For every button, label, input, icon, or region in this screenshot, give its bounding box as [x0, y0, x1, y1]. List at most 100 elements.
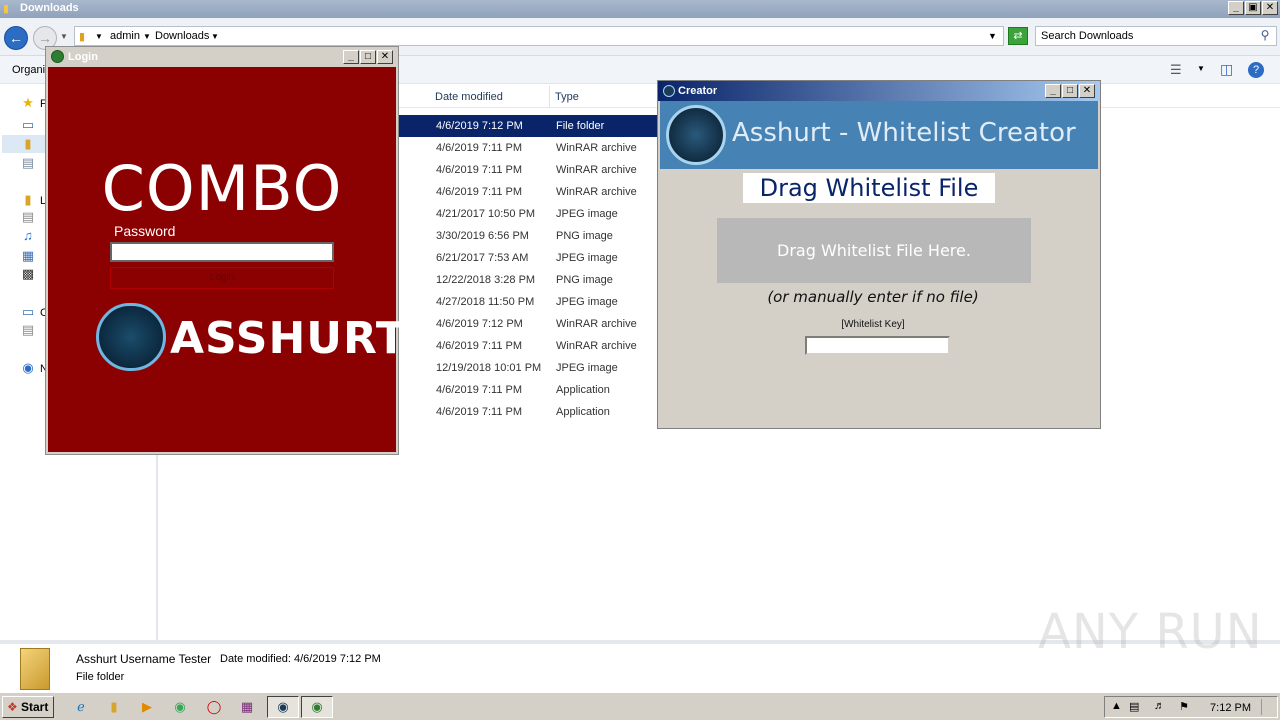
column-date-modified[interactable]: Date modified: [430, 86, 550, 108]
drag-whitelist-title: Drag Whitelist File: [743, 173, 995, 203]
anyrun-watermark: ANY RUN: [1038, 604, 1263, 660]
chevron-icon[interactable]: ▼: [211, 32, 219, 41]
explorer-titlebar[interactable]: ▮ Downloads _ ▣ ✕: [0, 0, 1280, 18]
window-title: Downloads: [20, 2, 79, 14]
videos-icon[interactable]: ▩: [20, 267, 36, 281]
app-icon: [51, 50, 64, 63]
login-task-button[interactable]: ◉: [301, 696, 333, 718]
login-button[interactable]: Login: [110, 267, 334, 289]
documents-icon[interactable]: ▤: [20, 210, 36, 224]
login-titlebar[interactable]: Login _ □ ✕: [46, 47, 398, 67]
restore-button[interactable]: ▣: [1245, 1, 1261, 15]
local-disk-icon[interactable]: ▤: [20, 323, 36, 337]
date-modified-cell: 4/6/2019 7:12 PM: [436, 318, 523, 330]
show-hidden-icons-chevron-icon[interactable]: ▲: [1111, 700, 1122, 712]
date-modified-cell: 4/6/2019 7:11 PM: [436, 406, 523, 418]
computer-icon[interactable]: ▭: [20, 305, 36, 319]
address-box[interactable]: ▮ ▼ admin ▼ Downloads ▼ ▼: [74, 26, 1004, 46]
cat-logo-icon: [96, 303, 166, 371]
asshurt-logo-text: ASSHURT: [170, 313, 407, 364]
date-modified-cell: 6/21/2017 7:53 AM: [436, 252, 529, 264]
help-icon[interactable]: ?: [1248, 62, 1264, 78]
close-button[interactable]: ✕: [377, 50, 393, 64]
close-button[interactable]: ✕: [1079, 84, 1095, 98]
taskbar: ❖ Start ℯ ▮ ▶ ◉ ◯ ▦ ◉ ◉ ▲ ▤ ♬ ⚑ 7:12 PM: [0, 692, 1280, 720]
network-icon[interactable]: ▤: [1129, 700, 1139, 713]
view-dropdown-icon[interactable]: ▼: [1197, 64, 1205, 73]
winrar-icon[interactable]: ▦: [236, 697, 258, 717]
date-modified-cell: 12/22/2018 3:28 PM: [436, 274, 536, 286]
login-window: Login _ □ ✕ COMBO Password Login ASSHURT: [45, 46, 406, 455]
type-cell: WinRAR archive: [556, 164, 637, 176]
whitelist-key-label: [Whitelist Key]: [841, 319, 905, 330]
downloads-folder-icon[interactable]: ▮: [20, 137, 36, 151]
favorites-star-icon[interactable]: ★: [20, 96, 36, 110]
folder-icon: ▮: [3, 3, 10, 15]
minimize-button[interactable]: _: [1045, 84, 1061, 98]
type-cell: WinRAR archive: [556, 318, 637, 330]
refresh-button[interactable]: ⇄: [1008, 27, 1028, 45]
chevron-icon[interactable]: ▼: [143, 32, 151, 41]
creator-task-button[interactable]: ◉: [267, 696, 299, 718]
search-box[interactable]: ⚲: [1035, 26, 1277, 46]
login-window-title: Login: [68, 51, 98, 63]
action-center-flag-icon[interactable]: ⚑: [1179, 700, 1189, 713]
pictures-icon[interactable]: ▦: [20, 249, 36, 263]
type-cell: JPEG image: [556, 296, 618, 308]
clock[interactable]: 7:12 PM: [1210, 702, 1251, 714]
volume-icon[interactable]: ♬: [1154, 700, 1165, 712]
system-tray: ▲ ▤ ♬ ⚑ 7:12 PM: [1104, 696, 1278, 718]
breadcrumb-admin[interactable]: admin: [110, 30, 140, 42]
date-modified-cell: 12/19/2018 10:01 PM: [436, 362, 542, 374]
start-button[interactable]: ❖ Start: [2, 696, 54, 718]
type-cell: WinRAR archive: [556, 186, 637, 198]
minimize-button[interactable]: _: [343, 50, 359, 64]
type-cell: PNG image: [556, 230, 613, 242]
start-label: Start: [21, 700, 49, 714]
column-type[interactable]: Type: [550, 86, 670, 108]
cat-logo-icon: [666, 105, 726, 165]
recent-pages-chevron-icon[interactable]: ▼: [60, 32, 68, 41]
view-icon[interactable]: ☰: [1170, 62, 1182, 78]
preview-pane-icon[interactable]: ◫: [1220, 61, 1233, 78]
windows-flag-icon: ❖: [7, 700, 18, 714]
address-dropdown-icon[interactable]: ▼: [988, 31, 997, 41]
chevron-icon[interactable]: ▼: [95, 32, 103, 41]
desktop-icon[interactable]: ▭: [20, 118, 36, 132]
show-desktop-button[interactable]: [1261, 699, 1275, 715]
folder-icon: [20, 648, 50, 690]
internet-explorer-icon[interactable]: ℯ: [70, 697, 92, 717]
close-button[interactable]: ✕: [1262, 1, 1278, 15]
opera-icon[interactable]: ◯: [203, 697, 225, 717]
search-input[interactable]: [1036, 27, 1250, 45]
recent-places-icon[interactable]: ▤: [20, 156, 36, 170]
search-icon[interactable]: ⚲: [1256, 28, 1274, 44]
type-cell: File folder: [556, 120, 605, 132]
date-modified-cell: 4/6/2019 7:11 PM: [436, 142, 523, 154]
maximize-button[interactable]: □: [360, 50, 376, 64]
maximize-button[interactable]: □: [1062, 84, 1078, 98]
details-date-modified: Date modified: 4/6/2019 7:12 PM: [220, 653, 381, 665]
music-icon[interactable]: ♫: [20, 229, 36, 243]
date-modified-cell: 4/6/2019 7:11 PM: [436, 186, 523, 198]
password-field[interactable]: [110, 242, 334, 262]
date-modified-cell: 4/6/2019 7:11 PM: [436, 340, 523, 352]
date-modified-cell: 4/21/2017 10:50 PM: [436, 208, 536, 220]
details-file-name: Asshurt Username Tester: [76, 652, 212, 666]
whitelist-key-input[interactable]: [805, 336, 950, 355]
back-button[interactable]: ←: [4, 26, 28, 50]
breadcrumb-downloads[interactable]: Downloads: [155, 30, 209, 42]
explorer-icon[interactable]: ▮: [103, 697, 125, 717]
libraries-icon[interactable]: ▮: [20, 193, 36, 207]
manual-entry-note: (or manually enter if no file): [767, 288, 979, 306]
file-drop-zone[interactable]: Drag Whitelist File Here.: [717, 218, 1031, 283]
folder-icon: ▮: [79, 31, 86, 43]
media-player-icon[interactable]: ▶: [136, 697, 158, 717]
organize-button[interactable]: Organi: [12, 64, 45, 76]
date-modified-cell: 4/6/2019 7:11 PM: [436, 384, 523, 396]
minimize-button[interactable]: _: [1228, 1, 1244, 15]
network-icon[interactable]: ◉: [20, 361, 36, 375]
chrome-icon[interactable]: ◉: [169, 697, 191, 717]
type-cell: JPEG image: [556, 252, 618, 264]
creator-titlebar[interactable]: Creator _ □ ✕: [658, 81, 1100, 101]
